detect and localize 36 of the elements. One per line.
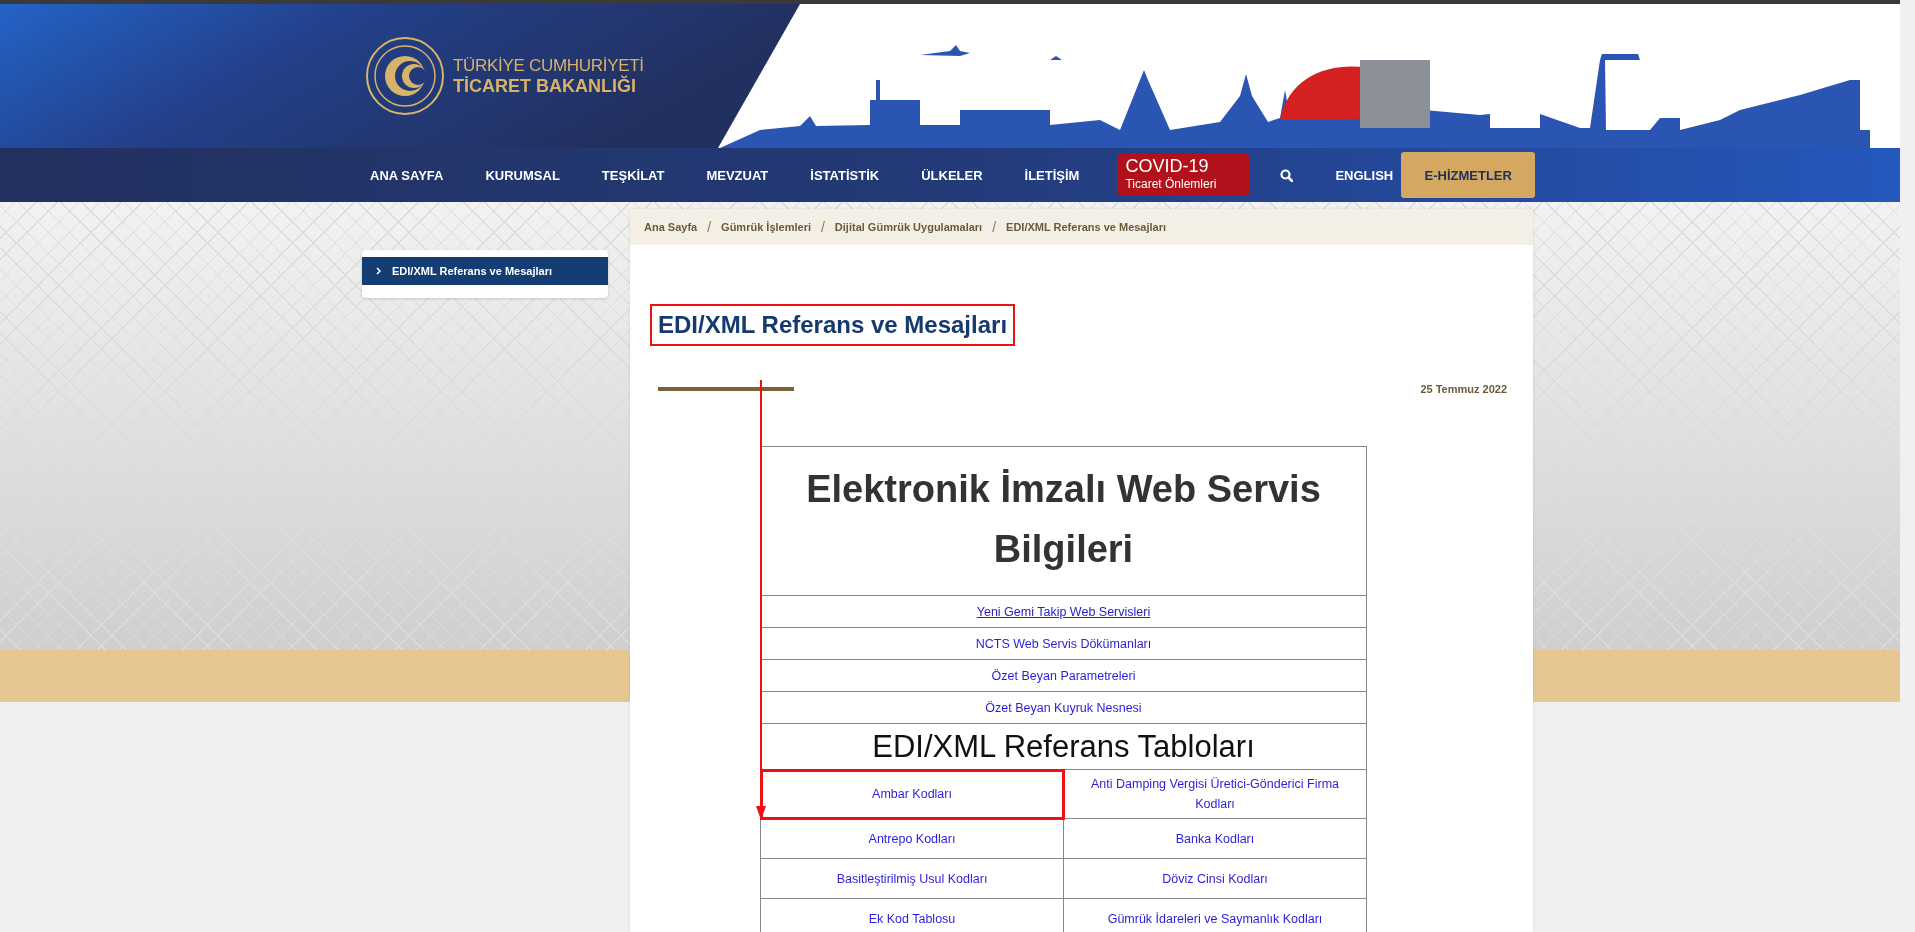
breadcrumb-link[interactable]: Gümrük İşlemleri [721, 221, 811, 233]
code-table-link[interactable]: Banka Kodları [1175, 828, 1255, 849]
publish-date: 25 Temmuz 2022 [1420, 383, 1507, 395]
breadcrumb-link[interactable]: Dijital Gümrük Uygulamaları [834, 221, 983, 233]
document-link[interactable]: Özet Beyan Parametreleri [991, 668, 1136, 683]
sidebar-item[interactable]: EDI/XML Referans ve Mesajları [362, 257, 608, 285]
breadcrumb-separator: / [820, 219, 825, 235]
code-table-link[interactable]: Ambar Kodları [872, 784, 952, 804]
document-link[interactable]: Özet Beyan Kuyruk Nesnesi [985, 700, 1142, 715]
nav-link[interactable]: ENGLISH [1335, 167, 1394, 183]
ministry-name: TÜRKİYE CUMHURİYETİ [453, 55, 644, 75]
breadcrumb-separator: / [707, 219, 712, 235]
code-table-link[interactable]: Antrepo Kodları [868, 828, 956, 849]
covid-banner-link[interactable]: COVID-19 Ticaret Önlemleri [1117, 154, 1251, 196]
document-link[interactable]: Yeni Gemi Takip Web Servisleri [976, 604, 1151, 619]
ministry-name: TİCARET BAKANLIĞI [453, 75, 637, 97]
nav-link[interactable]: KURUMSAL [485, 167, 560, 183]
document-link[interactable]: NCTS Web Servis Dökümanları [975, 636, 1152, 651]
nav-link[interactable]: İLETİŞİM [1024, 167, 1080, 183]
nav-link[interactable]: İSTATİSTİK [810, 167, 880, 183]
e-services-button[interactable]: E-HİZMETLER [1401, 152, 1536, 198]
search-button[interactable] [1280, 168, 1294, 182]
nav-link[interactable]: TEŞKİLAT [601, 167, 665, 183]
chevron-icon [376, 267, 382, 275]
nav-link[interactable]: MEVZUAT [706, 167, 769, 183]
seal-logo-icon [365, 36, 445, 116]
code-table-link[interactable]: Döviz Cinsi Kodları [1162, 868, 1268, 889]
breadcrumb-link[interactable]: EDI/XML Referans ve Mesajları [1006, 221, 1167, 233]
table-heading: Elektronik İmzalı Web Servis Bilgileri [760, 446, 1367, 596]
page-title: EDI/XML Referans ve Mesajları [650, 304, 1016, 346]
breadcrumb-separator: / [992, 219, 997, 235]
search-icon [1280, 168, 1294, 182]
breadcrumb-link[interactable]: Ana Sayfa [644, 221, 698, 233]
code-table-link[interactable]: Ek Kod Tablosu [868, 908, 956, 929]
nav-link[interactable]: ÜLKELER [921, 167, 983, 183]
nav-link[interactable]: ANA SAYFA [370, 167, 444, 183]
